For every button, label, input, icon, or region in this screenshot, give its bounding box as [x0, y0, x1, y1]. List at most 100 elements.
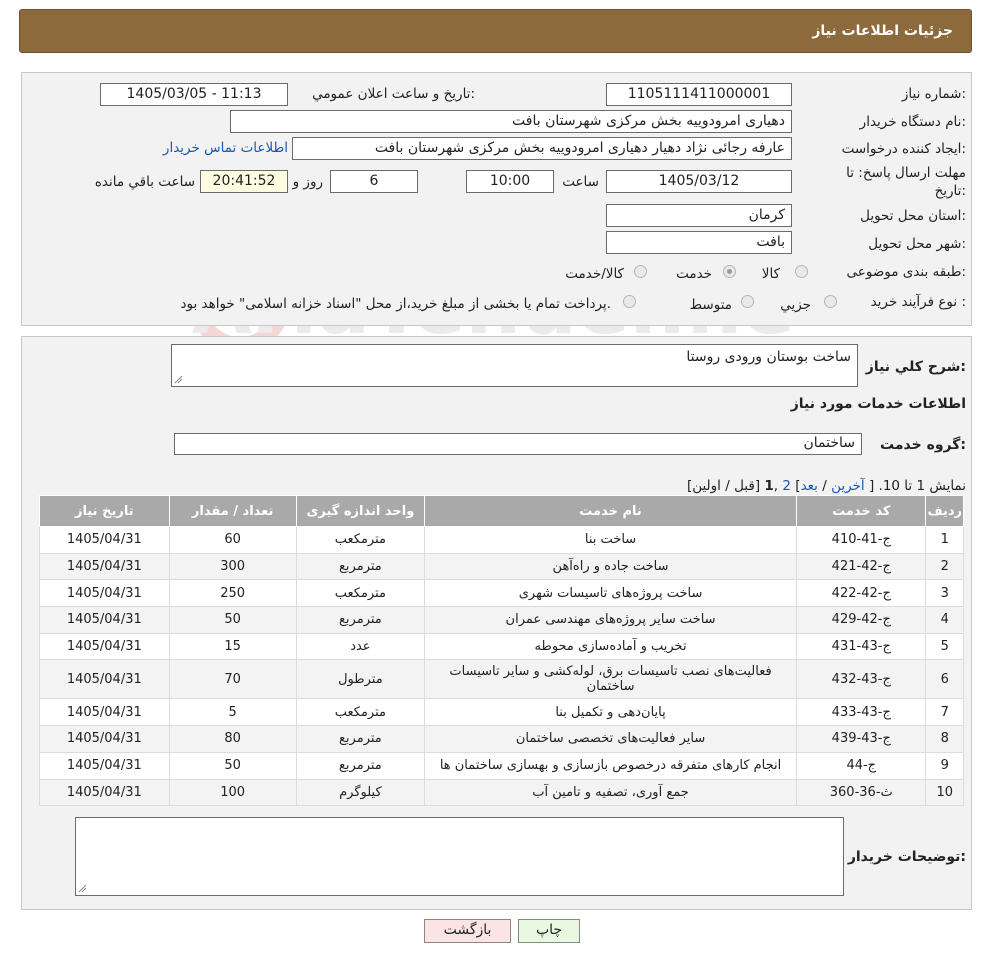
- resize-handle-icon[interactable]: [78, 884, 87, 893]
- cell-row-number: 2: [925, 552, 964, 581]
- days-remaining-field: 6: [330, 170, 418, 193]
- cell-service-name: سایر فعالیت‌های تخصصی ساختمان: [424, 725, 798, 753]
- table-row: 7 ج-43-433 پایان‌دهی و تکمیل بنا مترمکعب 5 14…: [39, 698, 964, 727]
- pagination-last-link[interactable]: آخرین: [831, 478, 865, 494]
- cell-unit: مترمربع: [295, 725, 426, 753]
- cell-need-date: 1405/04/31: [39, 659, 170, 700]
- cell-row-number: 7: [925, 698, 964, 727]
- cell-row-number: 5: [925, 632, 964, 661]
- summary-text: ساخت بوستان ورودی روستا: [686, 349, 851, 365]
- cell-service-code: ج-42-429: [796, 606, 927, 634]
- cell-service-name: ساخت پروژه‌های تاسیسات شهری: [424, 579, 798, 608]
- cell-service-code: ج-44: [796, 751, 927, 780]
- deadline-label: مهلت ارسال پاسخ: تا: [846, 165, 966, 181]
- cell-need-date: 1405/04/31: [39, 751, 170, 780]
- cell-service-code: ج-43-432: [796, 659, 927, 700]
- process-minor-label: جزيي: [780, 297, 811, 313]
- service-group-label: گروه خدمت:: [880, 437, 966, 453]
- col-header-row-number[interactable]: رديف: [925, 495, 964, 527]
- process-label: نوع فرآيند خريد :: [870, 294, 966, 310]
- pagination-current-page: 1: [764, 478, 774, 494]
- buyer-notes-label: توضيحات خريدار:: [847, 849, 966, 865]
- category-service-radio[interactable]: [723, 265, 736, 278]
- cell-row-number: 1: [925, 526, 964, 554]
- cell-row-number: 4: [925, 606, 964, 634]
- cell-row-number: 10: [925, 778, 964, 807]
- col-header-service-code[interactable]: کد خدمت: [796, 495, 927, 527]
- table-body: 1 ج-41-410 ساخت بنا مترمکعب 60 1405/04/31 2 ج-4…: [39, 526, 964, 807]
- category-service-label: خدمت: [676, 266, 712, 282]
- cell-row-number: 3: [925, 579, 964, 608]
- cell-quantity: 5: [168, 698, 297, 727]
- table-row: 5 ج-43-431 تخریب و آماده‌سازی محوطه عدد 15 14…: [39, 632, 964, 661]
- city-field: بافت: [606, 231, 792, 254]
- table-row: 4 ج-42-429 ساخت سایر پروژه‌های مهندسی عمرا…: [39, 606, 964, 634]
- cell-unit: عدد: [295, 632, 426, 661]
- need-number-label: شماره نیاز:: [901, 86, 966, 102]
- pagination-prev-first: [قبل / اولین]: [686, 478, 761, 494]
- cell-service-name: تخریب و آماده‌سازی محوطه: [424, 632, 798, 661]
- table-row: 10 ث-36-360 جمع آوری، تصفیه و تامین آب کیلو…: [39, 778, 964, 807]
- category-goods-label: کالا: [761, 266, 780, 282]
- buyer-org-field: دهیاری امرودوییه بخش مرکزی شهرستان بافت: [230, 110, 792, 133]
- cell-unit: کیلوگرم: [295, 778, 426, 807]
- process-medium-label: متوسط: [689, 297, 732, 313]
- province-label: استان محل تحويل:: [860, 208, 966, 224]
- cell-unit: مترمربع: [295, 751, 426, 780]
- category-goods-radio[interactable]: [795, 265, 808, 278]
- category-goods-service-radio[interactable]: [634, 265, 647, 278]
- resize-handle-icon[interactable]: [174, 375, 183, 384]
- cell-unit: مترطول: [295, 659, 426, 700]
- city-label: شهر محل تحويل:: [868, 236, 966, 252]
- deadline-time-field: 10:00: [466, 170, 554, 193]
- process-medium-radio[interactable]: [741, 295, 754, 308]
- pagination-page-2-link[interactable]: 2: [782, 478, 791, 494]
- cell-service-code: ج-43-433: [796, 698, 927, 727]
- pagination-next-link[interactable]: بعد: [801, 478, 818, 494]
- col-header-unit[interactable]: واحد اندازه گيری: [295, 495, 426, 527]
- buyer-contact-link[interactable]: اطلاعات تماس خريدار: [163, 140, 288, 156]
- pagination-comma: ,: [773, 478, 779, 494]
- cell-service-code: ج-43-439: [796, 725, 927, 753]
- cell-row-number: 9: [925, 751, 964, 780]
- process-minor-radio[interactable]: [824, 295, 837, 308]
- cell-service-name: ساخت جاده و راه‌آهن: [424, 552, 798, 581]
- cell-quantity: 50: [168, 606, 297, 634]
- cell-service-name: جمع آوری، تصفیه و تامین آب: [424, 778, 798, 807]
- cell-unit: مترمربع: [295, 606, 426, 634]
- remaining-time-label: ساعت باقي مانده: [94, 174, 195, 190]
- print-button[interactable]: چاپ: [518, 919, 580, 943]
- announce-datetime-label: تاریخ و ساعت اعلان عمومي:: [312, 86, 475, 102]
- creator-field: عارفه رجائی نژاد دهیار دهیاری امرودوییه …: [292, 137, 792, 160]
- buyer-org-label: نام دستگاه خريدار:: [859, 114, 966, 130]
- table-row: 8 ج-43-439 سایر فعالیت‌های تخصصی ساختمان مت…: [39, 725, 964, 753]
- table-header-row: رديف کد خدمت نام خدمت واحد اندازه گيری ت…: [39, 495, 964, 527]
- cell-service-name: ساخت بنا: [424, 526, 798, 554]
- cell-service-code: ج-42-421: [796, 552, 927, 581]
- col-header-need-date[interactable]: تاريخ نياز: [39, 495, 170, 527]
- summary-textarea[interactable]: ساخت بوستان ورودی روستا: [171, 344, 858, 387]
- cell-need-date: 1405/04/31: [39, 725, 170, 753]
- treasury-payment-checkbox[interactable]: [623, 295, 636, 308]
- col-header-quantity[interactable]: تعداد / مقدار: [168, 495, 297, 527]
- buyer-notes-textarea[interactable]: [75, 817, 844, 896]
- cell-service-code: ج-41-410: [796, 526, 927, 554]
- table-row: 9 ج-44 انجام کارهای متفرقه درخصوص بازسازی …: [39, 751, 964, 780]
- province-field: کرمان: [606, 204, 792, 227]
- table-row: 3 ج-42-422 ساخت پروژه‌های تاسیسات شهری مترم…: [39, 579, 964, 608]
- summary-label: شرح کلي نياز:: [865, 359, 966, 375]
- cell-service-code: ث-36-360: [796, 778, 927, 807]
- cell-need-date: 1405/04/31: [39, 698, 170, 727]
- cell-need-date: 1405/04/31: [39, 552, 170, 581]
- page-header: جزئیات اطلاعات نیاز: [19, 9, 972, 53]
- service-group-field: ساختمان: [174, 433, 862, 455]
- cell-need-date: 1405/04/31: [39, 632, 170, 661]
- cell-quantity: 80: [168, 725, 297, 753]
- table-row: 1 ج-41-410 ساخت بنا مترمکعب 60 1405/04/31: [39, 526, 964, 554]
- cell-service-name: انجام کارهای متفرقه درخصوص بازسازی و بهس…: [424, 751, 798, 780]
- col-header-service-name[interactable]: نام خدمت: [424, 495, 798, 527]
- cell-need-date: 1405/04/31: [39, 579, 170, 608]
- table-row: 2 ج-42-421 ساخت جاده و راه‌آهن مترمربع 300 14…: [39, 552, 964, 581]
- cell-unit: مترمکعب: [295, 698, 426, 727]
- back-button[interactable]: بازگشت: [424, 919, 511, 943]
